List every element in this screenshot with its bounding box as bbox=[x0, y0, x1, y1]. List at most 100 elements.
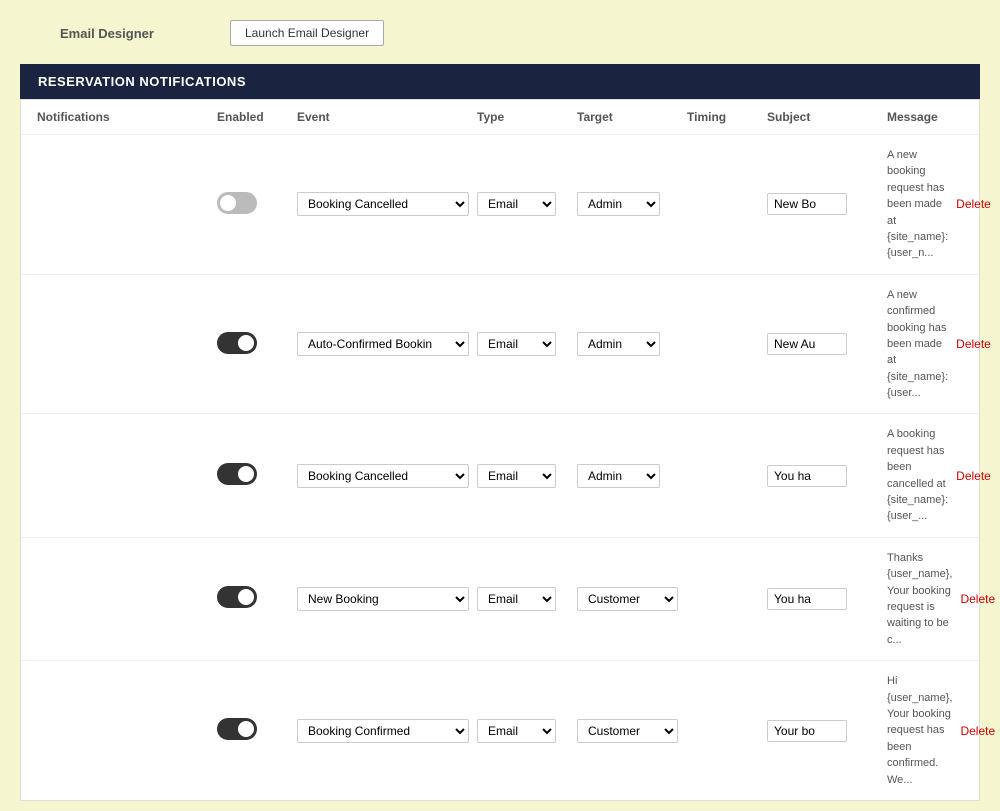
type-select-4[interactable]: Email SMS bbox=[477, 587, 556, 611]
email-designer-row: Email Designer Launch Email Designer bbox=[20, 10, 980, 64]
type-cell-1: Email SMS bbox=[473, 190, 573, 218]
message-cell-5: Hi {user_name}, Your booking request has… bbox=[883, 671, 956, 790]
subject-input-5[interactable] bbox=[767, 720, 847, 742]
notifications-cell-3 bbox=[33, 474, 213, 478]
toggle-cell-1 bbox=[213, 190, 293, 219]
notifications-cell-5 bbox=[33, 729, 213, 733]
notifications-cell-1 bbox=[33, 202, 213, 206]
table-row: Booking Cancelled Auto-Confirmed Booking… bbox=[21, 414, 979, 537]
toggle-slider-1 bbox=[217, 192, 257, 214]
message-text-1: A new booking request has been made at {… bbox=[887, 149, 948, 259]
message-cell-4: Thanks {user_name}, Your booking request… bbox=[883, 548, 956, 650]
event-select-1[interactable]: Booking Cancelled Auto-Confirmed Booking… bbox=[297, 192, 469, 216]
subject-input-3[interactable] bbox=[767, 465, 847, 487]
target-cell-3: Admin bbox=[573, 462, 683, 490]
timing-cell-5 bbox=[683, 729, 763, 733]
toggle-cell-4 bbox=[213, 584, 293, 613]
delete-cell-5: Delete bbox=[956, 722, 1000, 740]
target-select-3[interactable]: Admin bbox=[577, 464, 660, 488]
message-cell-1: A new booking request has been made at {… bbox=[883, 145, 952, 264]
enabled-toggle-5[interactable] bbox=[217, 718, 257, 740]
col-actions bbox=[942, 108, 1000, 126]
enabled-toggle-4[interactable] bbox=[217, 586, 257, 608]
timing-cell-4 bbox=[683, 597, 763, 601]
launch-email-designer-button[interactable]: Launch Email Designer bbox=[230, 20, 384, 46]
event-cell-2: Booking Cancelled Auto-Confirmed Booking… bbox=[293, 330, 473, 358]
enabled-toggle-2[interactable] bbox=[217, 332, 257, 354]
message-text-4: Thanks {user_name}, Your booking request… bbox=[887, 552, 952, 646]
type-cell-5: Email SMS bbox=[473, 717, 573, 745]
delete-button-2[interactable]: Delete bbox=[956, 337, 991, 351]
notifications-cell-4 bbox=[33, 597, 213, 601]
toggle-cell-2 bbox=[213, 330, 293, 359]
type-select-2[interactable]: Email SMS bbox=[477, 332, 556, 356]
type-cell-4: Email SMS bbox=[473, 585, 573, 613]
event-cell-1: Booking Cancelled Auto-Confirmed Booking… bbox=[293, 190, 473, 218]
toggle-slider-4 bbox=[217, 586, 257, 608]
event-cell-4: Booking Cancelled Auto-Confirmed Booking… bbox=[293, 585, 473, 613]
enabled-toggle-3[interactable] bbox=[217, 463, 257, 485]
event-cell-5: Booking Cancelled Auto-Confirmed Booking… bbox=[293, 717, 473, 745]
col-type: Type bbox=[473, 108, 573, 126]
event-select-3[interactable]: Booking Cancelled Auto-Confirmed Booking… bbox=[297, 464, 469, 488]
col-notifications: Notifications bbox=[33, 108, 213, 126]
type-select-5[interactable]: Email SMS bbox=[477, 719, 556, 743]
target-cell-4: Customer bbox=[573, 585, 683, 613]
message-text-2: A new confirmed booking has been made at… bbox=[887, 289, 948, 399]
enabled-toggle-1[interactable] bbox=[217, 192, 257, 214]
delete-button-4[interactable]: Delete bbox=[960, 592, 995, 606]
event-select-5[interactable]: Booking Cancelled Auto-Confirmed Booking… bbox=[297, 719, 469, 743]
delete-cell-1: Delete bbox=[952, 195, 1000, 213]
message-text-5: Hi {user_name}, Your booking request has… bbox=[887, 675, 952, 785]
toggle-slider-2 bbox=[217, 332, 257, 354]
subject-cell-3 bbox=[763, 463, 883, 489]
col-subject: Subject bbox=[763, 108, 883, 126]
subject-cell-5 bbox=[763, 718, 883, 744]
subject-input-2[interactable] bbox=[767, 333, 847, 355]
type-select-3[interactable]: Email SMS bbox=[477, 464, 556, 488]
message-cell-2: A new confirmed booking has been made at… bbox=[883, 285, 952, 404]
page-wrapper: Email Designer Launch Email Designer RES… bbox=[0, 0, 1000, 811]
toggle-slider-5 bbox=[217, 718, 257, 740]
target-cell-5: Customer bbox=[573, 717, 683, 745]
target-select-1[interactable]: Admin bbox=[577, 192, 660, 216]
table-row: Booking Cancelled Auto-Confirmed Booking… bbox=[21, 135, 979, 275]
target-cell-2: Admin bbox=[573, 330, 683, 358]
col-event: Event bbox=[293, 108, 473, 126]
notifications-table: Notifications Enabled Event Type Target … bbox=[20, 99, 980, 801]
subject-input-4[interactable] bbox=[767, 588, 847, 610]
table-row: Booking Cancelled Auto-Confirmed Booking… bbox=[21, 275, 979, 415]
table-row: Booking Cancelled Auto-Confirmed Booking… bbox=[21, 661, 979, 800]
type-cell-3: Email SMS bbox=[473, 462, 573, 490]
col-message: Message bbox=[883, 108, 942, 126]
toggle-slider-3 bbox=[217, 463, 257, 485]
toggle-cell-3 bbox=[213, 461, 293, 490]
delete-cell-4: Delete bbox=[956, 590, 1000, 608]
timing-cell-2 bbox=[683, 342, 763, 346]
type-select-1[interactable]: Email SMS bbox=[477, 192, 556, 216]
event-select-4[interactable]: Booking Cancelled Auto-Confirmed Booking… bbox=[297, 587, 469, 611]
subject-cell-1 bbox=[763, 191, 883, 217]
subject-cell-4 bbox=[763, 586, 883, 612]
table-row: Booking Cancelled Auto-Confirmed Booking… bbox=[21, 538, 979, 661]
email-designer-label: Email Designer bbox=[60, 26, 200, 41]
event-select-2[interactable]: Booking Cancelled Auto-Confirmed Booking… bbox=[297, 332, 469, 356]
subject-cell-2 bbox=[763, 331, 883, 357]
target-cell-1: Admin bbox=[573, 190, 683, 218]
target-select-5[interactable]: Customer bbox=[577, 719, 678, 743]
delete-button-1[interactable]: Delete bbox=[956, 197, 991, 211]
col-enabled: Enabled bbox=[213, 108, 293, 126]
message-cell-3: A booking request has been cancelled at … bbox=[883, 424, 952, 526]
delete-button-5[interactable]: Delete bbox=[960, 724, 995, 738]
event-cell-3: Booking Cancelled Auto-Confirmed Booking… bbox=[293, 462, 473, 490]
subject-input-1[interactable] bbox=[767, 193, 847, 215]
section-header: RESERVATION NOTIFICATIONS bbox=[20, 64, 980, 99]
target-select-4[interactable]: Customer bbox=[577, 587, 678, 611]
delete-cell-3: Delete bbox=[952, 467, 1000, 485]
target-select-2[interactable]: Admin bbox=[577, 332, 660, 356]
delete-button-3[interactable]: Delete bbox=[956, 469, 991, 483]
table-header-row: Notifications Enabled Event Type Target … bbox=[21, 100, 979, 135]
timing-cell-3 bbox=[683, 474, 763, 478]
notifications-cell-2 bbox=[33, 342, 213, 346]
type-cell-2: Email SMS bbox=[473, 330, 573, 358]
